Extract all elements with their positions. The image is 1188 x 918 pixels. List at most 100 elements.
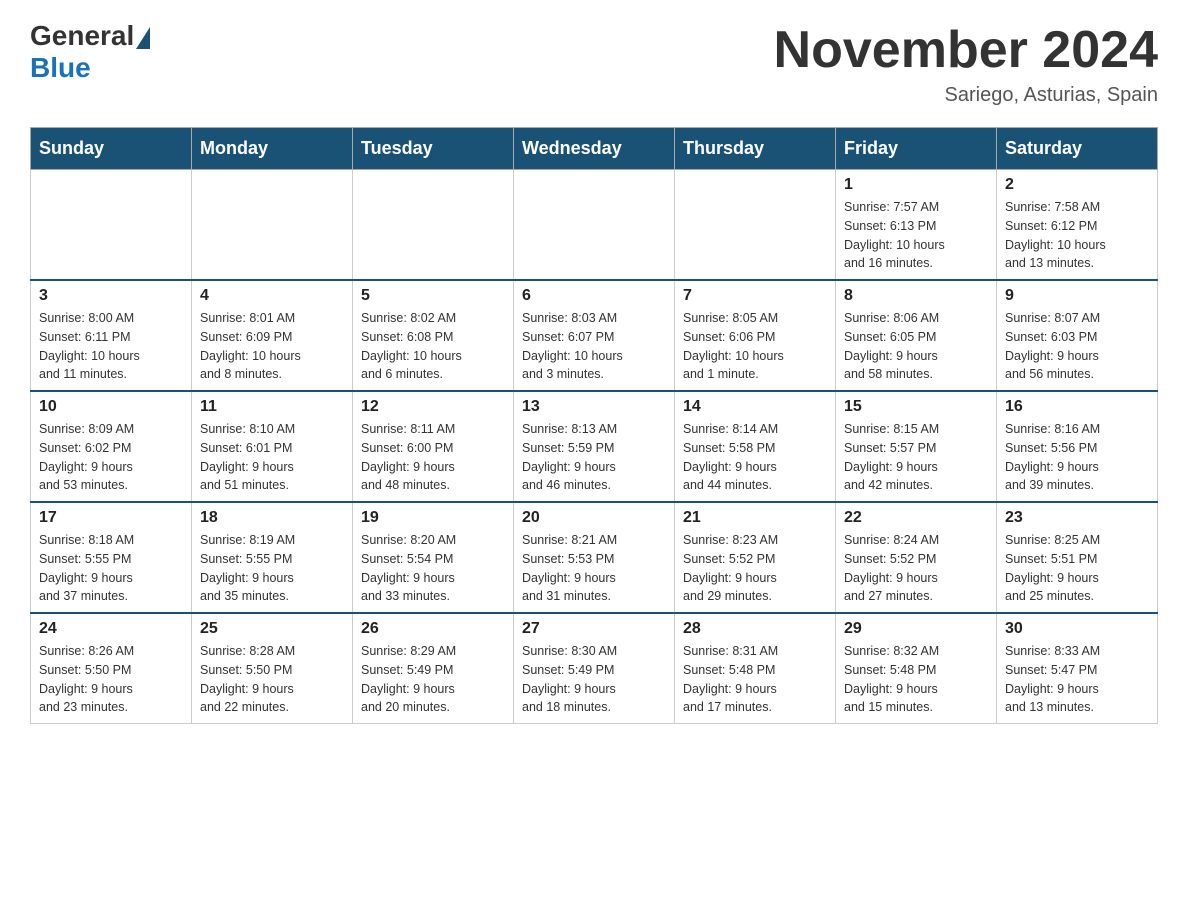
calendar-day-cell: 4 Sunrise: 8:01 AM Sunset: 6:09 PM Daylig… [192,280,353,391]
day-number: 26 [361,620,505,638]
calendar-day-cell: 18 Sunrise: 8:19 AM Sunset: 5:55 PM Dayli… [192,502,353,613]
day-number: 24 [39,620,183,638]
day-info: Sunrise: 8:23 AM Sunset: 5:52 PM Dayligh… [683,531,827,606]
day-number: 18 [200,509,344,527]
calendar-day-cell: 8 Sunrise: 8:06 AM Sunset: 6:05 PM Daylig… [836,280,997,391]
calendar-week-row: 1 Sunrise: 7:57 AM Sunset: 6:13 PM Daylig… [31,170,1158,281]
day-of-week-header: Sunday [31,128,192,170]
day-number: 2 [1005,176,1149,194]
calendar-day-cell [31,170,192,281]
calendar-day-cell: 13 Sunrise: 8:13 AM Sunset: 5:59 PM Dayli… [514,391,675,502]
month-year-title: November 2024 [774,20,1158,80]
calendar-day-cell: 29 Sunrise: 8:32 AM Sunset: 5:48 PM Dayli… [836,613,997,724]
calendar-day-cell: 10Sunrise: 8:09 AM Sunset: 6:02 PM Dayli… [31,391,192,502]
day-number: 13 [522,398,666,416]
logo-triangle-icon [136,27,150,49]
day-info: Sunrise: 8:16 AM Sunset: 5:56 PM Dayligh… [1005,420,1149,495]
day-info: Sunrise: 8:00 AM Sunset: 6:11 PM Dayligh… [39,309,183,384]
day-number: 22 [844,509,988,527]
day-number: 30 [1005,620,1149,638]
day-info: Sunrise: 8:21 AM Sunset: 5:53 PM Dayligh… [522,531,666,606]
calendar-day-cell: 7 Sunrise: 8:05 AM Sunset: 6:06 PM Daylig… [675,280,836,391]
day-number: 1 [844,176,988,194]
calendar-day-cell: 2 Sunrise: 7:58 AM Sunset: 6:12 PM Daylig… [997,170,1158,281]
day-info: Sunrise: 8:01 AM Sunset: 6:09 PM Dayligh… [200,309,344,384]
day-number: 23 [1005,509,1149,527]
calendar-day-cell: 22 Sunrise: 8:24 AM Sunset: 5:52 PM Dayli… [836,502,997,613]
day-number: 9 [1005,287,1149,305]
title-block: November 2024 Sariego, Asturias, Spain [774,20,1158,107]
day-number: 5 [361,287,505,305]
day-of-week-header: Wednesday [514,128,675,170]
day-number: 19 [361,509,505,527]
day-info: Sunrise: 8:13 AM Sunset: 5:59 PM Dayligh… [522,420,666,495]
location-subtitle: Sariego, Asturias, Spain [774,84,1158,107]
day-info: Sunrise: 8:33 AM Sunset: 5:47 PM Dayligh… [1005,642,1149,717]
calendar-day-cell: 25 Sunrise: 8:28 AM Sunset: 5:50 PM Dayli… [192,613,353,724]
day-info: Sunrise: 8:25 AM Sunset: 5:51 PM Dayligh… [1005,531,1149,606]
calendar-day-cell [675,170,836,281]
calendar-day-cell: 14 Sunrise: 8:14 AM Sunset: 5:58 PM Dayli… [675,391,836,502]
day-number: 29 [844,620,988,638]
day-info: Sunrise: 8:14 AM Sunset: 5:58 PM Dayligh… [683,420,827,495]
day-number: 15 [844,398,988,416]
calendar-day-cell: 28 Sunrise: 8:31 AM Sunset: 5:48 PM Dayli… [675,613,836,724]
day-info: Sunrise: 8:28 AM Sunset: 5:50 PM Dayligh… [200,642,344,717]
calendar-day-cell: 27Sunrise: 8:30 AM Sunset: 5:49 PM Dayli… [514,613,675,724]
page-header: General Blue November 2024 Sariego, Astu… [30,20,1158,107]
day-number: 11 [200,398,344,416]
day-number: 28 [683,620,827,638]
day-of-week-header: Tuesday [353,128,514,170]
day-of-week-header: Saturday [997,128,1158,170]
calendar-day-cell: 20 Sunrise: 8:21 AM Sunset: 5:53 PM Dayli… [514,502,675,613]
day-number: 25 [200,620,344,638]
day-info: Sunrise: 8:11 AM Sunset: 6:00 PM Dayligh… [361,420,505,495]
day-info: Sunrise: 8:18 AM Sunset: 5:55 PM Dayligh… [39,531,183,606]
calendar-table: SundayMondayTuesdayWednesdayThursdayFrid… [30,127,1158,724]
calendar-week-row: 24 Sunrise: 8:26 AM Sunset: 5:50 PM Dayli… [31,613,1158,724]
day-info: Sunrise: 8:24 AM Sunset: 5:52 PM Dayligh… [844,531,988,606]
day-info: Sunrise: 8:32 AM Sunset: 5:48 PM Dayligh… [844,642,988,717]
calendar-day-cell: 23 Sunrise: 8:25 AM Sunset: 5:51 PM Dayli… [997,502,1158,613]
day-info: Sunrise: 8:20 AM Sunset: 5:54 PM Dayligh… [361,531,505,606]
calendar-day-cell: 17 Sunrise: 8:18 AM Sunset: 5:55 PM Dayli… [31,502,192,613]
day-info: Sunrise: 8:10 AM Sunset: 6:01 PM Dayligh… [200,420,344,495]
day-number: 12 [361,398,505,416]
calendar-day-cell: 30 Sunrise: 8:33 AM Sunset: 5:47 PM Dayli… [997,613,1158,724]
day-info: Sunrise: 8:19 AM Sunset: 5:55 PM Dayligh… [200,531,344,606]
day-number: 7 [683,287,827,305]
day-info: Sunrise: 7:58 AM Sunset: 6:12 PM Dayligh… [1005,198,1149,273]
day-number: 17 [39,509,183,527]
calendar-day-cell [514,170,675,281]
day-info: Sunrise: 8:05 AM Sunset: 6:06 PM Dayligh… [683,309,827,384]
calendar-day-cell: 6Sunrise: 8:03 AM Sunset: 6:07 PM Daylig… [514,280,675,391]
calendar-day-cell: 1 Sunrise: 7:57 AM Sunset: 6:13 PM Daylig… [836,170,997,281]
calendar-week-row: 3 Sunrise: 8:00 AM Sunset: 6:11 PM Daylig… [31,280,1158,391]
day-number: 8 [844,287,988,305]
day-info: Sunrise: 7:57 AM Sunset: 6:13 PM Dayligh… [844,198,988,273]
day-info: Sunrise: 8:07 AM Sunset: 6:03 PM Dayligh… [1005,309,1149,384]
day-info: Sunrise: 8:29 AM Sunset: 5:49 PM Dayligh… [361,642,505,717]
calendar-day-cell: 24 Sunrise: 8:26 AM Sunset: 5:50 PM Dayli… [31,613,192,724]
day-info: Sunrise: 8:26 AM Sunset: 5:50 PM Dayligh… [39,642,183,717]
day-info: Sunrise: 8:09 AM Sunset: 6:02 PM Dayligh… [39,420,183,495]
day-number: 16 [1005,398,1149,416]
day-number: 21 [683,509,827,527]
day-number: 4 [200,287,344,305]
calendar-day-cell: 21 Sunrise: 8:23 AM Sunset: 5:52 PM Dayli… [675,502,836,613]
day-info: Sunrise: 8:30 AM Sunset: 5:49 PM Dayligh… [522,642,666,717]
day-number: 14 [683,398,827,416]
calendar-day-cell: 3 Sunrise: 8:00 AM Sunset: 6:11 PM Daylig… [31,280,192,391]
calendar-header-row: SundayMondayTuesdayWednesdayThursdayFrid… [31,128,1158,170]
calendar-day-cell: 19 Sunrise: 8:20 AM Sunset: 5:54 PM Dayli… [353,502,514,613]
calendar-day-cell: 5Sunrise: 8:02 AM Sunset: 6:08 PM Daylig… [353,280,514,391]
day-of-week-header: Thursday [675,128,836,170]
logo-general-text: General [30,20,134,52]
calendar-day-cell: 9 Sunrise: 8:07 AM Sunset: 6:03 PM Daylig… [997,280,1158,391]
calendar-week-row: 17 Sunrise: 8:18 AM Sunset: 5:55 PM Dayli… [31,502,1158,613]
day-info: Sunrise: 8:15 AM Sunset: 5:57 PM Dayligh… [844,420,988,495]
day-number: 20 [522,509,666,527]
day-number: 3 [39,287,183,305]
day-info: Sunrise: 8:31 AM Sunset: 5:48 PM Dayligh… [683,642,827,717]
day-info: Sunrise: 8:06 AM Sunset: 6:05 PM Dayligh… [844,309,988,384]
